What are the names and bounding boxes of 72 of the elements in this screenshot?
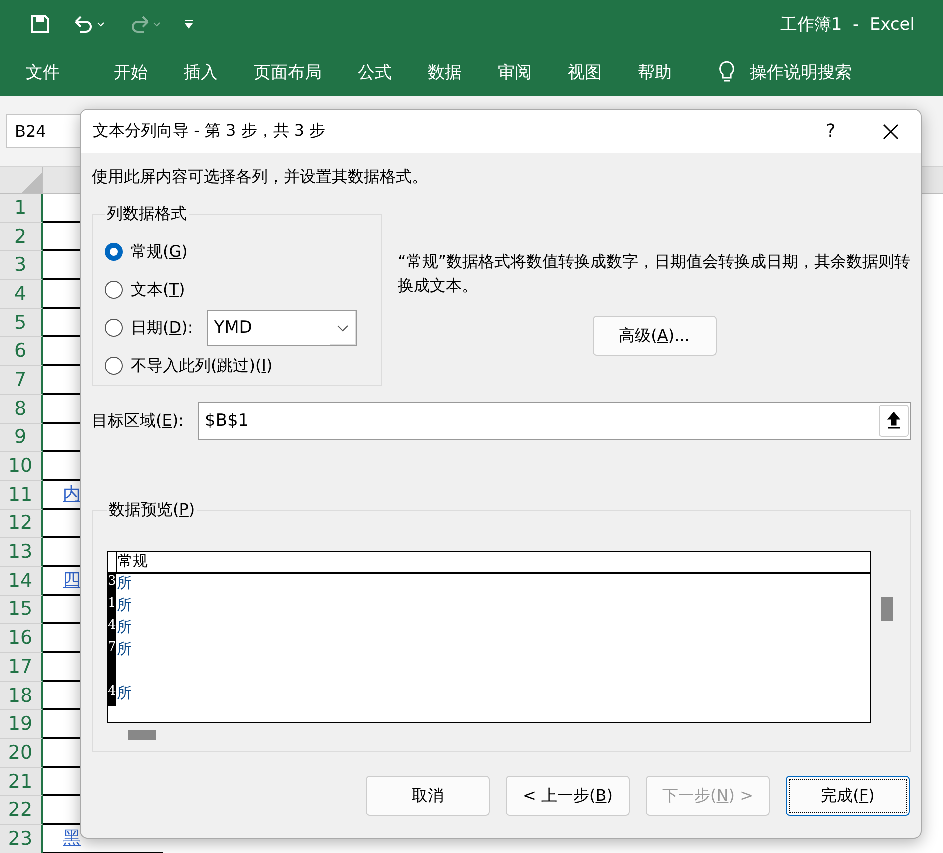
row-header[interactable]: 2 — [0, 222, 43, 252]
destination-field[interactable]: $B$1 — [198, 402, 911, 440]
destination-label: 目标区域(E): — [92, 410, 184, 432]
radio-label[interactable]: 常规(G) — [131, 242, 188, 262]
close-icon — [883, 124, 899, 140]
collapse-button[interactable] — [879, 405, 909, 437]
table-cell: 7 — [108, 640, 116, 662]
row-header[interactable]: 7 — [0, 366, 43, 395]
ribbon-tab[interactable]: 页面布局 — [236, 60, 340, 84]
radio-button[interactable] — [105, 281, 123, 299]
table-cell-text: 所 — [116, 684, 132, 704]
radio-button[interactable] — [105, 357, 123, 375]
ribbon-tab[interactable]: 审阅 — [480, 60, 550, 84]
window-title: 工作簿1 - Excel — [780, 14, 915, 36]
customize-icon[interactable] — [184, 19, 194, 29]
table-cell: 1 — [108, 596, 116, 618]
arrow-up-icon — [887, 412, 901, 430]
row-header[interactable]: 17 — [0, 653, 43, 682]
scrollbar-thumb[interactable] — [128, 730, 156, 740]
dialog-button[interactable]: < 上一步(B) — [506, 776, 630, 816]
row-header[interactable]: 6 — [0, 337, 43, 366]
ribbon-tab[interactable]: 开始 — [96, 60, 166, 84]
row-header[interactable]: 22 — [0, 796, 43, 826]
radio-label[interactable]: 文本(T) — [131, 280, 186, 300]
scrollbar-thumb[interactable] — [881, 597, 893, 621]
lightbulb-icon[interactable] — [718, 60, 736, 84]
format-description: “常规”数据格式将数值转换成数字，日期值会转换成日期，其余数据则转换成文本。 — [398, 251, 911, 297]
ribbon-tab[interactable]: 视图 — [550, 60, 620, 84]
row-header[interactable]: 1 — [0, 194, 43, 223]
table-cell-text: 所 — [116, 640, 132, 660]
help-button[interactable]: ? — [801, 120, 861, 143]
radio-button[interactable] — [105, 319, 123, 337]
advanced-button[interactable]: 高级(A)... — [592, 316, 716, 356]
table-cell: 4 — [108, 618, 116, 640]
instruction-text: 使用此屏内容可选择各列，并设置其数据格式。 — [92, 167, 429, 188]
row-header[interactable]: 5 — [0, 308, 43, 338]
row-header[interactable]: 14 — [0, 566, 43, 596]
tell-me-search[interactable]: 操作说明搜索 — [750, 60, 852, 84]
radio-label[interactable]: 不导入此列(跳过)(I) — [131, 356, 273, 376]
table-cell: 3 — [108, 574, 116, 596]
table-cell-text: 所 — [116, 596, 132, 616]
row-header[interactable]: 20 — [0, 739, 43, 768]
row-header[interactable]: 9 — [0, 424, 43, 452]
table-cell-text: 所 — [116, 618, 132, 638]
ribbon-tab[interactable]: 数据 — [410, 60, 480, 84]
save-icon[interactable] — [30, 14, 50, 34]
group-legend: 列数据格式 — [107, 204, 187, 223]
row-header[interactable]: 16 — [0, 624, 43, 653]
radio-button[interactable] — [105, 243, 123, 261]
row-header[interactable]: 18 — [0, 682, 43, 710]
row-header[interactable]: 10 — [0, 452, 43, 481]
table-cell-text: 所 — [116, 574, 132, 594]
ribbon-tab[interactable]: 文件 — [26, 60, 78, 84]
row-header[interactable]: 11 — [0, 480, 43, 510]
chevron-down-icon — [330, 311, 356, 345]
row-header[interactable]: 4 — [0, 280, 43, 309]
row-header[interactable]: 19 — [0, 710, 43, 740]
dialog-button[interactable]: 完成(F) — [786, 776, 910, 816]
row-header[interactable]: 23 — [0, 825, 43, 853]
row-header[interactable]: 8 — [0, 394, 43, 424]
ribbon-tab[interactable]: 插入 — [166, 60, 236, 84]
radio-label[interactable]: 日期(D): — [131, 318, 194, 338]
row-header[interactable]: 13 — [0, 538, 43, 567]
ribbon-tab[interactable]: 帮助 — [620, 60, 690, 84]
row-header[interactable]: 15 — [0, 596, 43, 624]
row-header[interactable]: 12 — [0, 510, 43, 538]
date-format-select[interactable]: YMD — [207, 310, 358, 346]
row-header[interactable]: 21 — [0, 768, 43, 796]
table-cell: 4 — [108, 684, 116, 706]
dialog-button[interactable]: 取消 — [366, 776, 490, 816]
ribbon-tab[interactable]: 公式 — [340, 60, 410, 84]
row-header[interactable]: 3 — [0, 251, 43, 280]
